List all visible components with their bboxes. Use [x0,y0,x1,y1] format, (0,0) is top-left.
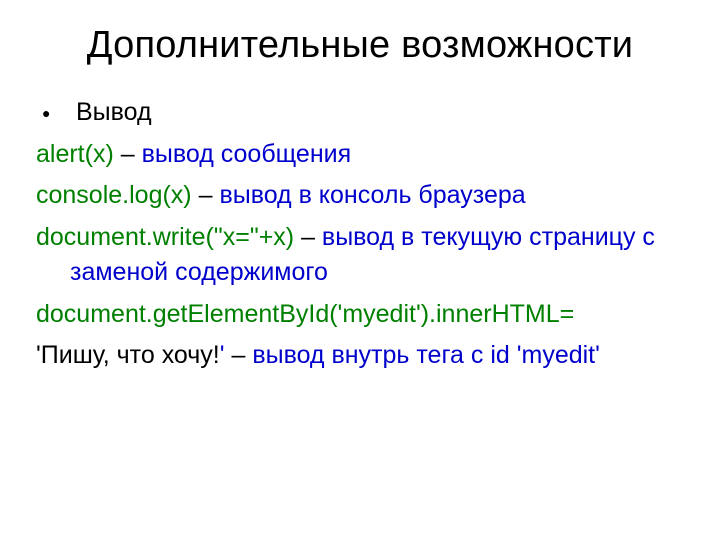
code-documentwrite: document.write("x="+x) [36,223,294,251]
slide-title: Дополнительные возможности [36,24,684,67]
line-getelementbyid: document.getElementById('myedit').innerH… [36,297,684,333]
line-consolelog: console.log(x) – вывод в консоль браузер… [36,178,684,214]
bullet-dot-icon: ● [36,101,76,126]
desc-alert: вывод сообщения [142,140,352,168]
dash: – [225,341,253,369]
code-getelementbyid: document.getElementById('myedit').innerH… [36,300,574,328]
bullet-text: Вывод [76,95,152,131]
desc-consolelog: вывод в консоль браузера [219,181,525,209]
dash: – [192,181,220,209]
code-alert: alert(x) [36,140,114,168]
bullet-item: ● Вывод [36,95,684,131]
slide: Дополнительные возможности ● Вывод alert… [0,0,720,540]
dash: – [294,223,322,251]
line-documentwrite: document.write("x="+x) – вывод в текущую… [36,220,684,291]
line-alert: alert(x) – вывод сообщения [36,137,684,173]
code-consolelog: console.log(x) [36,181,192,209]
line-innerhtml: 'Пишу, что хочу!' – вывод внутрь тега с … [36,338,684,374]
slide-body: ● Вывод alert(x) – вывод сообщения conso… [36,95,684,374]
dash: – [114,140,142,168]
text-literal: 'Пишу, что хочу! [36,341,220,369]
desc-innerhtml: вывод внутрь тега с id 'myedit' [252,341,600,369]
